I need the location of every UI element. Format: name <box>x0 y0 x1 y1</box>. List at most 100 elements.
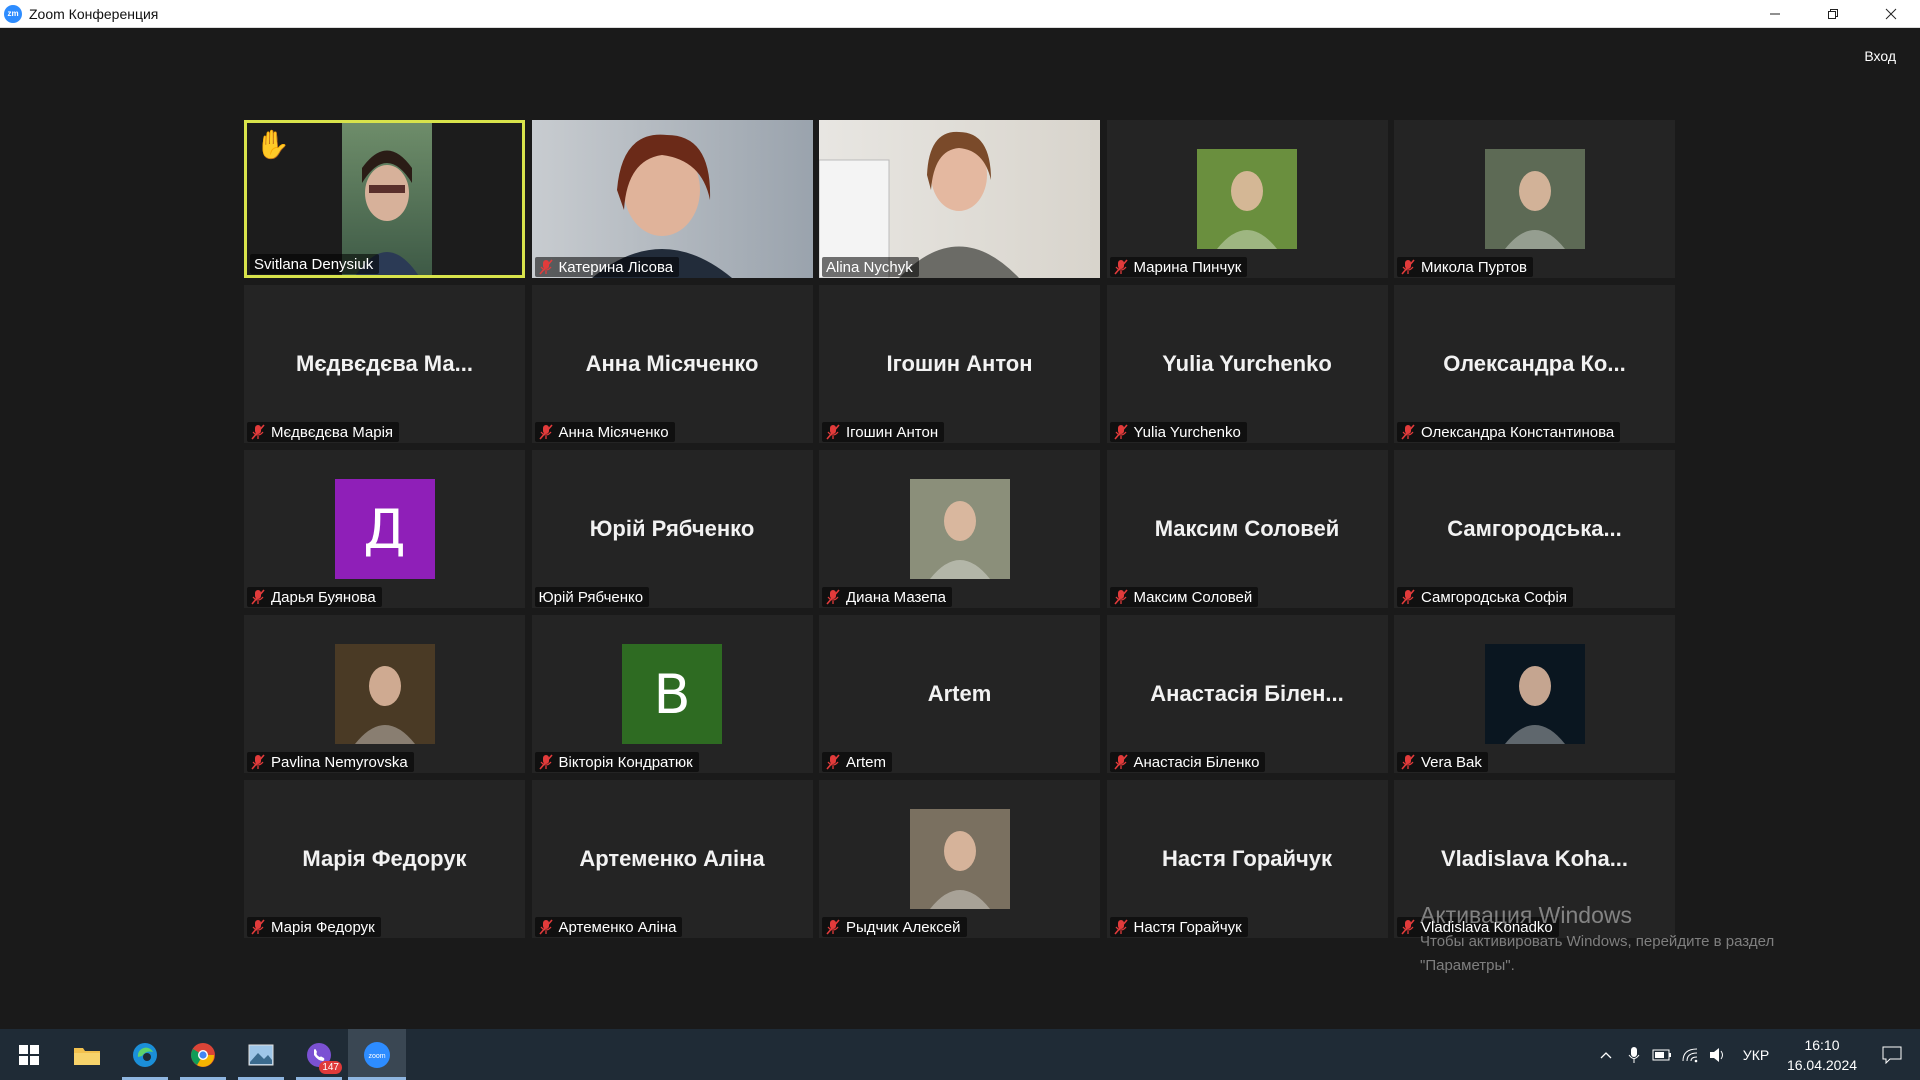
participant-name: Настя Горайчук <box>1133 918 1242 936</box>
watermark-title: Активация Windows <box>1420 902 1632 928</box>
participant-name: Катерина Лісова <box>558 258 674 276</box>
viber-app-button[interactable]: 147 <box>290 1029 348 1080</box>
participant-name-label: Марія Федорук <box>247 917 381 937</box>
participant-tile[interactable]: Самгородська... Самгородська Софія <box>1394 450 1675 608</box>
participant-name-label: Alina Nychyk <box>822 257 919 277</box>
chrome-icon <box>191 1042 215 1067</box>
participant-tile[interactable]: Марія Федорук Марія Федорук <box>244 780 525 938</box>
participant-avatar-letter: В <box>622 644 722 744</box>
edge-browser-button[interactable] <box>116 1029 174 1080</box>
zoom-app-button[interactable]: zoom <box>348 1029 406 1080</box>
participant-tile[interactable]: В Вікторія Кондратюк <box>531 615 813 773</box>
file-explorer-button[interactable] <box>58 1029 116 1080</box>
participant-name-label: Анастасія Біленко <box>1109 752 1266 772</box>
clock-date: 16.04.2024 <box>1786 1056 1858 1073</box>
participant-tile[interactable]: Alina Nychyk <box>819 120 1100 278</box>
clock[interactable]: 16:10 16.04.2024 <box>1780 1035 1864 1075</box>
zoom-icon-label: zoom <box>368 1053 385 1060</box>
watermark-line2: "Параметры". <box>1420 957 1515 974</box>
participant-tile[interactable]: Диана Мазепа <box>819 450 1100 608</box>
participant-tile[interactable]: Мєдвєдєва Ма... Мєдвєдєва Марія <box>244 285 525 443</box>
mic-muted-icon <box>1113 919 1128 935</box>
participant-tile[interactable]: Pavlina Nemyrovska <box>244 615 525 773</box>
participant-display-name: Анастасія Білен... <box>1150 681 1344 706</box>
mic-muted-icon <box>251 424 265 440</box>
participant-name-label: Диана Мазепа <box>822 587 953 607</box>
folder-icon <box>74 1047 100 1065</box>
login-button[interactable]: Вход <box>1860 44 1900 68</box>
participant-tile[interactable]: Рыдчик Алексей <box>819 780 1100 938</box>
chrome-browser-button[interactable] <box>174 1029 232 1080</box>
participant-tile[interactable]: Катерина Лісова <box>531 120 813 278</box>
participant-tile[interactable]: Артеменко Аліна Артеменко Аліна <box>531 780 813 938</box>
participant-tile[interactable]: Анна Місяченко Анна Місяченко <box>531 285 813 443</box>
participant-name-label: Олександра Константинова <box>1397 422 1621 442</box>
participant-avatar-letter: Д <box>334 479 435 579</box>
participant-name: Юрій Рябченко <box>538 588 644 606</box>
language-indicator[interactable]: УКР <box>1732 1047 1780 1063</box>
participant-name-label: Настя Горайчук <box>1109 917 1248 937</box>
participant-name-label: Марина Пинчук <box>1109 257 1248 277</box>
participant-tile[interactable]: Микола Пуртов <box>1394 120 1675 278</box>
volume-tray-button[interactable] <box>1704 1047 1732 1063</box>
restore-icon <box>1828 9 1838 19</box>
close-icon <box>1885 8 1897 20</box>
participant-display-name: Настя Горайчук <box>1161 846 1333 871</box>
notification-icon <box>1882 1046 1902 1064</box>
photos-app-button[interactable] <box>232 1029 290 1080</box>
participant-name: Самгородська Софія <box>1421 588 1567 606</box>
participant-avatar-photo <box>909 809 1010 909</box>
participant-name: Артеменко Аліна <box>558 918 677 936</box>
participant-tile[interactable]: Настя Горайчук Настя Горайчук <box>1106 780 1388 938</box>
participant-avatar-photo <box>334 644 435 744</box>
participant-name: Дарья Буянова <box>271 588 376 606</box>
participant-tile[interactable]: Artem Artem <box>819 615 1100 773</box>
participant-display-name: Юрій Рябченко <box>589 516 755 541</box>
participant-name-label: Yulia Yurchenko <box>1109 422 1247 442</box>
mic-muted-icon <box>1113 589 1128 605</box>
close-button[interactable] <box>1862 0 1920 28</box>
participant-name: Анна Місяченко <box>558 423 669 441</box>
participant-tile[interactable]: Юрій Рябченко Юрій Рябченко <box>531 450 813 608</box>
participant-name-label: Vera Bak <box>1397 752 1488 772</box>
microphone-tray-button[interactable] <box>1620 1046 1648 1064</box>
restore-button[interactable] <box>1804 0 1862 28</box>
minimize-button[interactable] <box>1746 0 1804 28</box>
mic-muted-icon <box>538 259 553 275</box>
participant-tile[interactable]: ✋ Svitlana Denysiuk <box>244 120 525 278</box>
participant-name: Вікторія Кондратюк <box>558 753 693 771</box>
participant-video <box>531 120 813 278</box>
participant-name: Олександра Константинова <box>1421 423 1615 441</box>
participant-display-name: Олександра Ко... <box>1443 351 1626 376</box>
participant-tile[interactable]: Vera Bak <box>1394 615 1675 773</box>
participant-display-name: Vladislava Koha... <box>1440 846 1629 871</box>
participant-name: Анастасія Біленко <box>1133 753 1260 771</box>
show-hidden-icons-button[interactable] <box>1592 1051 1620 1059</box>
notifications-button[interactable] <box>1864 1046 1920 1064</box>
participant-avatar-photo <box>909 479 1010 579</box>
participant-tile[interactable]: Д Дарья Буянова <box>244 450 525 608</box>
participant-avatar-photo <box>1484 149 1585 249</box>
participant-tile[interactable]: Анастасія Білен... Анастасія Біленко <box>1106 615 1388 773</box>
mic-muted-icon <box>1113 424 1128 440</box>
participant-avatar-photo <box>1197 149 1297 249</box>
mic-muted-icon <box>1401 424 1415 440</box>
participant-tile[interactable]: Марина Пинчук <box>1106 120 1388 278</box>
participant-display-name: Анна Місяченко <box>585 351 759 376</box>
mic-muted-icon <box>538 919 553 935</box>
participant-display-name: Самгородська... <box>1447 516 1622 541</box>
participant-tile[interactable]: Максим Соловей Максим Соловей <box>1106 450 1388 608</box>
mic-muted-icon <box>1401 589 1415 605</box>
battery-tray-button[interactable] <box>1648 1049 1676 1061</box>
zoom-app-icon: zm <box>4 4 22 23</box>
start-button[interactable] <box>0 1029 58 1080</box>
network-tray-button[interactable] <box>1676 1047 1704 1063</box>
participant-name: Максим Соловей <box>1133 588 1253 606</box>
participant-tile[interactable]: Олександра Ко... Олександра Константинова <box>1394 285 1675 443</box>
speaker-icon <box>1710 1047 1723 1062</box>
participant-tile[interactable]: Yulia Yurchenko Yulia Yurchenko <box>1106 285 1388 443</box>
raised-hand-icon: ✋ <box>255 129 290 160</box>
participant-name: Svitlana Denysiuk <box>254 255 374 273</box>
participant-name-label: Вікторія Кондратюк <box>534 752 699 772</box>
participant-tile[interactable]: Ігошин Антон Ігошин Антон <box>819 285 1100 443</box>
